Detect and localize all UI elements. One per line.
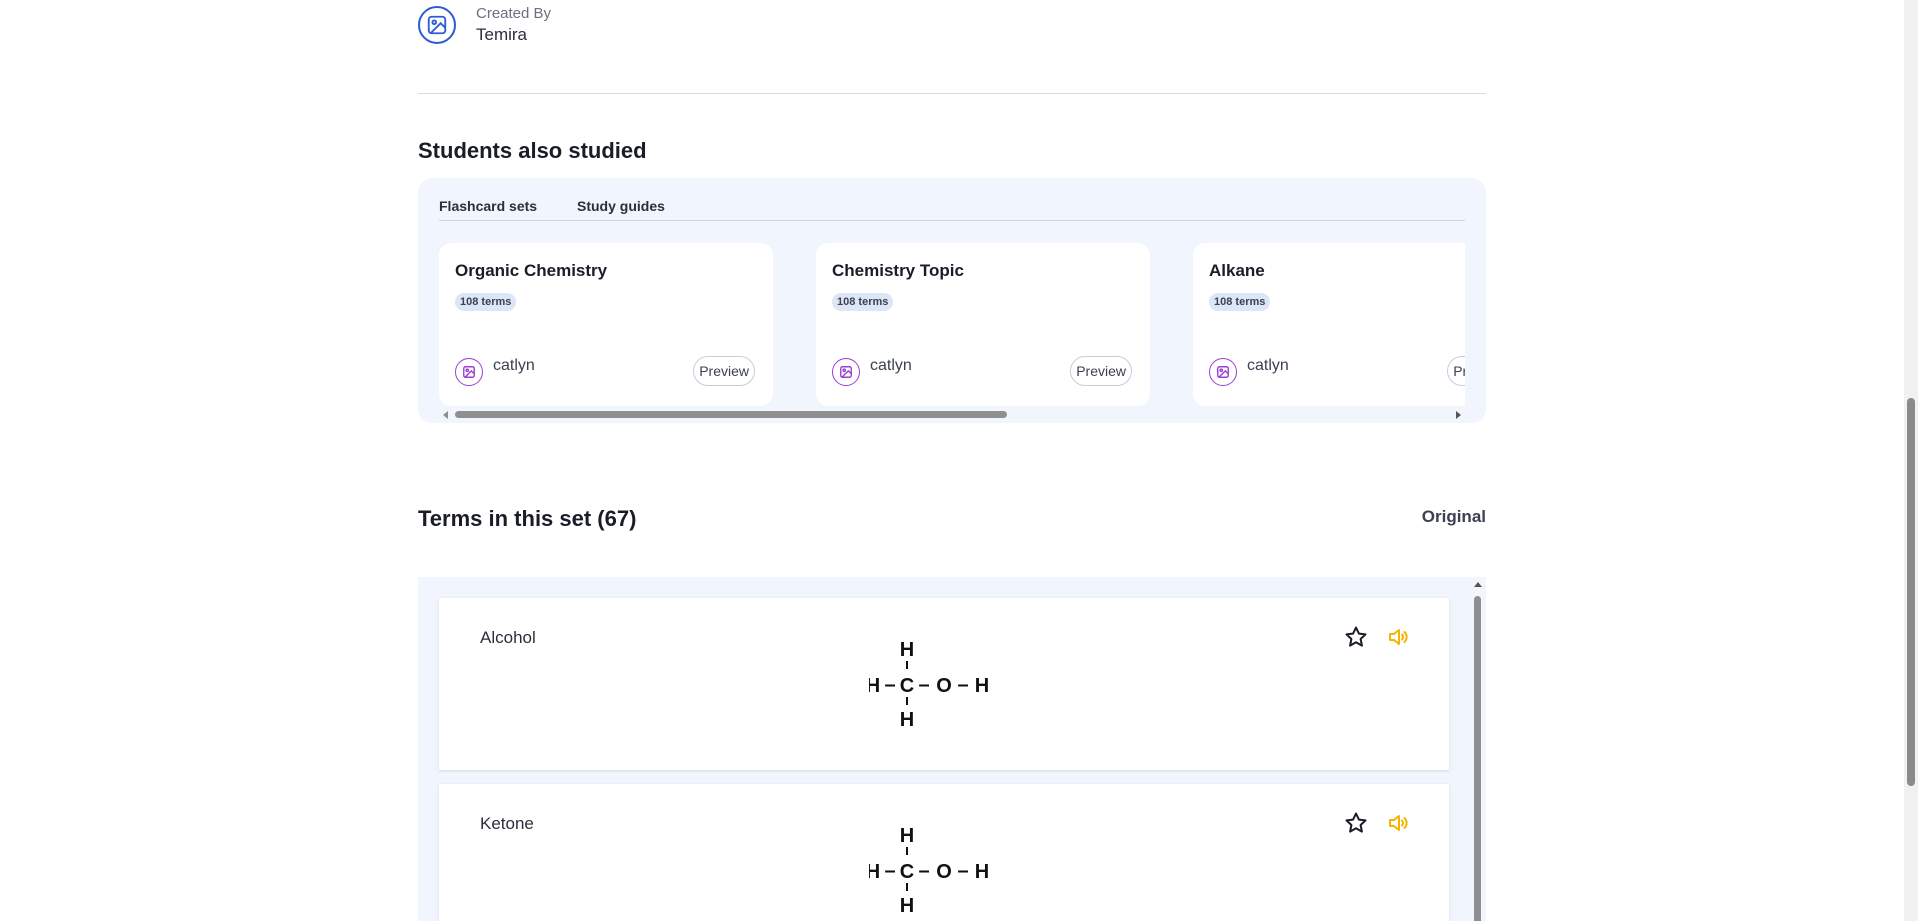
term-word: Ketone bbox=[480, 814, 534, 833]
creator-avatar[interactable] bbox=[418, 6, 456, 44]
terms-in-set-title: Terms in this set (67) bbox=[418, 506, 637, 531]
tab-study-guides[interactable]: Study guides bbox=[577, 198, 665, 214]
formula-atom: H bbox=[975, 675, 989, 697]
creator-info: Created By Temira bbox=[418, 4, 551, 46]
also-studied-panel: Flashcard sets Study guides Organic Chem… bbox=[418, 178, 1486, 423]
image-icon bbox=[1217, 366, 1229, 378]
cards-carousel: Organic Chemistry 108 terms catlyn Previ… bbox=[439, 243, 1465, 406]
formula-atom: H bbox=[900, 709, 914, 728]
term-card: Ketone H H – C – O – H H bbox=[439, 784, 1449, 921]
page-scrollbar-thumb[interactable] bbox=[1907, 398, 1915, 786]
preview-button[interactable]: Preview bbox=[1447, 356, 1465, 386]
terms-list: Alcohol H H – C – O – H H Ketone H H – C… bbox=[418, 577, 1486, 921]
formula-bond: – bbox=[957, 860, 968, 882]
preview-button[interactable]: Preview bbox=[693, 356, 755, 386]
formula-atom: C bbox=[900, 861, 914, 883]
divider bbox=[418, 93, 1486, 94]
scroll-up-arrow-icon[interactable] bbox=[1474, 582, 1482, 587]
formula-atom: H bbox=[869, 861, 880, 883]
formula-bond: – bbox=[884, 674, 895, 696]
flashcard-set-card[interactable]: Organic Chemistry 108 terms catlyn Previ… bbox=[439, 243, 773, 406]
author-avatar bbox=[1209, 358, 1237, 386]
card-title[interactable]: Organic Chemistry bbox=[455, 261, 607, 281]
creator-name[interactable]: Temira bbox=[476, 24, 551, 46]
image-icon bbox=[427, 15, 447, 35]
tab-flashcard-sets[interactable]: Flashcard sets bbox=[439, 198, 537, 214]
image-icon bbox=[463, 366, 475, 378]
card-author[interactable]: catlyn bbox=[870, 357, 912, 375]
formula-atom: H bbox=[900, 895, 914, 914]
term-count-badge: 108 terms bbox=[832, 293, 894, 311]
author-avatar bbox=[832, 358, 860, 386]
formula-bond: – bbox=[957, 674, 968, 696]
sort-original-button[interactable]: Original bbox=[1422, 507, 1486, 527]
formula-bond: – bbox=[884, 860, 895, 882]
formula-atom: O bbox=[936, 675, 952, 697]
speaker-icon[interactable] bbox=[1386, 625, 1410, 649]
card-author[interactable]: catlyn bbox=[1247, 357, 1289, 375]
students-also-studied-title: Students also studied bbox=[418, 138, 647, 163]
page-scrollbar[interactable] bbox=[1904, 0, 1918, 921]
term-card: Alcohol H H – C – O – H H bbox=[439, 598, 1449, 770]
scroll-right-arrow-icon[interactable] bbox=[1456, 411, 1461, 419]
term-count-badge: 108 terms bbox=[1209, 293, 1271, 311]
tab-bar: Flashcard sets Study guides bbox=[439, 198, 1465, 221]
star-icon[interactable] bbox=[1344, 625, 1368, 649]
created-by-label: Created By bbox=[476, 5, 552, 22]
structural-formula: H H – C – O – H H bbox=[869, 639, 989, 728]
formula-bond: – bbox=[918, 860, 929, 882]
term-word: Alcohol bbox=[480, 628, 536, 647]
formula-atom: H bbox=[900, 639, 914, 661]
scrollbar-thumb[interactable] bbox=[455, 411, 1007, 418]
structural-formula: H H – C – O – H H bbox=[869, 825, 989, 914]
formula-atom: H bbox=[869, 675, 880, 697]
formula-atom: C bbox=[900, 675, 914, 697]
scroll-left-arrow-icon[interactable] bbox=[443, 411, 448, 419]
card-author[interactable]: catlyn bbox=[493, 357, 535, 375]
term-count-badge: 108 terms bbox=[455, 293, 517, 311]
flashcard-set-card[interactable]: Chemistry Topic 108 terms catlyn Preview bbox=[816, 243, 1150, 406]
formula-bond: – bbox=[918, 674, 929, 696]
terms-scrollbar[interactable] bbox=[1472, 577, 1484, 921]
preview-button[interactable]: Preview bbox=[1070, 356, 1132, 386]
formula-atom: H bbox=[975, 861, 989, 883]
formula-atom: H bbox=[900, 825, 914, 847]
card-title[interactable]: Chemistry Topic bbox=[832, 261, 964, 281]
star-icon[interactable] bbox=[1344, 811, 1368, 835]
scrollbar-thumb[interactable] bbox=[1474, 596, 1481, 921]
speaker-icon[interactable] bbox=[1386, 811, 1410, 835]
carousel-scrollbar[interactable] bbox=[439, 408, 1465, 420]
flashcard-set-card[interactable]: Alkane 108 terms catlyn Preview bbox=[1193, 243, 1465, 406]
image-icon bbox=[840, 366, 852, 378]
card-title[interactable]: Alkane bbox=[1209, 261, 1265, 281]
author-avatar bbox=[455, 358, 483, 386]
formula-atom: O bbox=[936, 861, 952, 883]
